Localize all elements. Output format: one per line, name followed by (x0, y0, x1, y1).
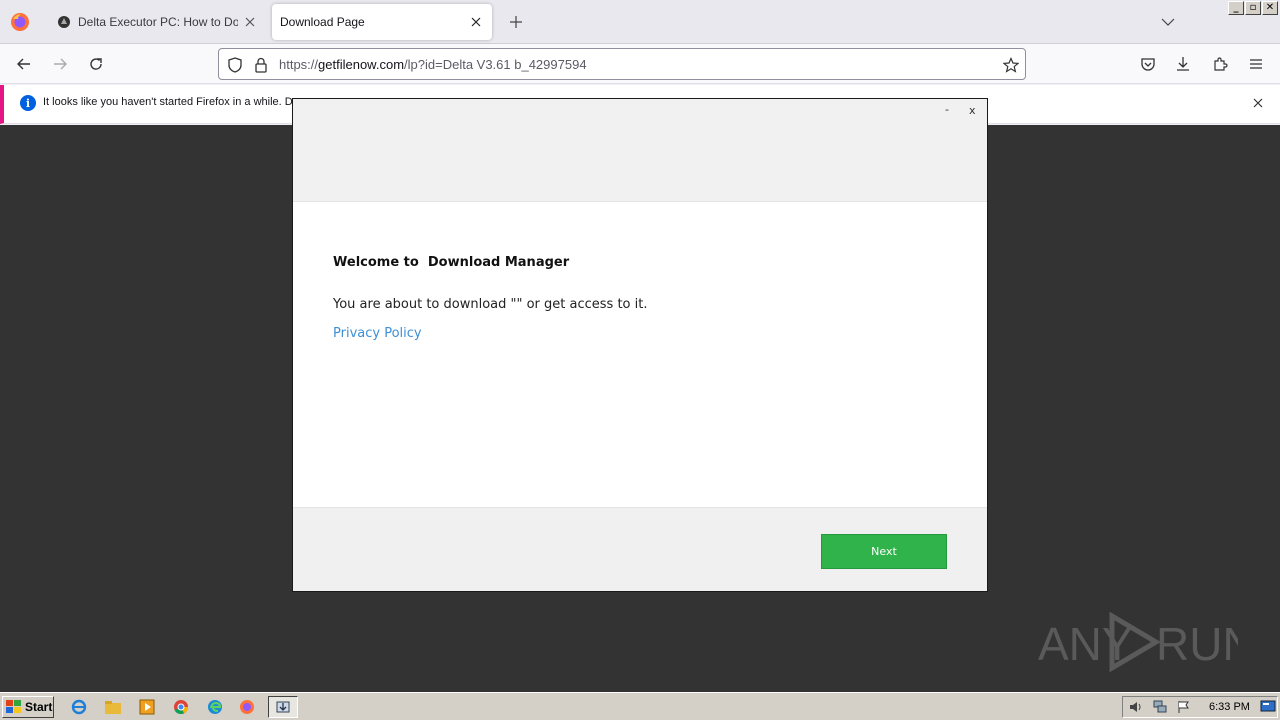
window-minimize-icon[interactable]: _ (1228, 1, 1244, 15)
notification-close-icon[interactable] (1248, 93, 1268, 113)
tab-close-icon[interactable] (238, 10, 262, 34)
pocket-icon[interactable] (1134, 50, 1162, 78)
watermark-text-right: RUN (1156, 618, 1238, 670)
window-close-icon[interactable]: ✕ (1262, 1, 1278, 15)
tracking-protection-shield-icon[interactable] (225, 55, 245, 75)
address-bar[interactable]: https://getfilenow.com/lp?id=Delta V3.61… (218, 48, 1026, 80)
dialog-minimize-button[interactable]: - (945, 103, 949, 116)
back-arrow-icon[interactable] (10, 50, 38, 78)
download-manager-dialog: - x Welcome to Download Manager You are … (292, 98, 988, 592)
download-manager-taskbar-icon[interactable] (268, 696, 298, 718)
windows-logo-icon (6, 700, 21, 713)
firefox-taskbar-icon[interactable] (238, 698, 256, 716)
dialog-message: You are about to download "" or get acce… (333, 297, 648, 312)
start-button[interactable]: Start (2, 696, 54, 718)
media-player-icon[interactable] (138, 698, 156, 716)
network-icon[interactable] (1151, 699, 1169, 715)
navigation-toolbar: https://getfilenow.com/lp?id=Delta V3.61… (0, 44, 1280, 84)
tab-delta-executor[interactable]: Delta Executor PC: How to Download (44, 4, 266, 40)
notification-text: It looks like you haven't started Firefo… (43, 96, 293, 108)
info-icon: i (20, 95, 36, 111)
edge-icon[interactable] (206, 698, 224, 716)
dialog-header: - x (293, 99, 987, 202)
tab-close-icon[interactable] (464, 10, 488, 34)
show-desktop-icon[interactable] (1259, 699, 1277, 715)
tab-bar: Delta Executor PC: How to Download Downl… (0, 0, 1280, 44)
taskbar-clock: 6:33 PM (1209, 701, 1250, 713)
reload-icon[interactable] (82, 50, 110, 78)
chrome-icon[interactable] (172, 698, 190, 716)
forward-arrow-icon[interactable] (46, 50, 74, 78)
delta-favicon-icon (56, 14, 72, 30)
dialog-title: Welcome to Download Manager (333, 255, 570, 270)
lock-icon[interactable] (251, 55, 271, 75)
url-path: /lp?id=Delta V3.61 b_42997594 (404, 57, 587, 72)
hamburger-menu-icon[interactable] (1242, 50, 1270, 78)
downloads-icon[interactable] (1169, 50, 1197, 78)
url-host: getfilenow.com (318, 57, 405, 72)
url-scheme: https:// (279, 57, 319, 72)
new-tab-plus-icon[interactable] (504, 10, 528, 34)
internet-explorer-icon[interactable] (70, 698, 88, 716)
tab-title: Download Page (280, 15, 365, 29)
taskbar: Start 6:33 PM (0, 692, 1280, 720)
firefox-logo-icon[interactable] (8, 10, 32, 34)
dialog-close-button[interactable]: x (969, 104, 976, 117)
window-controls: _ ▫ ✕ (1228, 1, 1278, 15)
volume-icon[interactable] (1127, 699, 1145, 715)
window-restore-icon[interactable]: ▫ (1245, 1, 1261, 15)
action-center-flag-icon[interactable] (1175, 699, 1193, 715)
extensions-puzzle-icon[interactable] (1206, 50, 1234, 78)
tab-download-page[interactable]: Download Page (272, 4, 492, 40)
anyrun-watermark: ANY RUN (1038, 611, 1256, 674)
bookmark-star-icon[interactable] (1001, 55, 1021, 75)
start-label: Start (25, 700, 53, 714)
system-tray: 6:33 PM (1122, 696, 1278, 718)
list-all-tabs-chevron-down-icon[interactable] (1156, 10, 1180, 34)
dialog-body: Welcome to Download Manager You are abou… (293, 202, 987, 507)
tab-title: Delta Executor PC: How to Download (78, 15, 238, 29)
dialog-footer: Next (293, 507, 987, 591)
url-text[interactable]: https://getfilenow.com/lp?id=Delta V3.61… (279, 57, 587, 72)
privacy-policy-link[interactable]: Privacy Policy (333, 326, 422, 341)
file-explorer-icon[interactable] (104, 698, 122, 716)
next-button[interactable]: Next (821, 534, 947, 569)
